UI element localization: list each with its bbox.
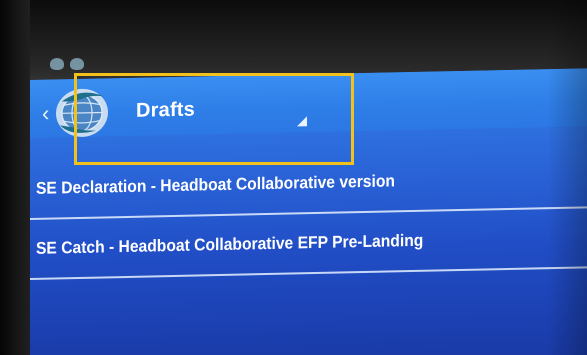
status-icon bbox=[50, 58, 64, 70]
list-item[interactable]: SE Declaration - Headboat Collaborative … bbox=[30, 148, 587, 218]
spinner-label: Drafts bbox=[136, 98, 195, 122]
list-item-label: SE Catch - Headboat Collaborative EFP Pr… bbox=[36, 230, 424, 258]
drafts-spinner[interactable]: Drafts bbox=[74, 73, 354, 139]
status-icon bbox=[70, 58, 84, 70]
dropdown-triangle-icon bbox=[297, 116, 307, 127]
device-photo: ‹ Drafts SE Declaration - Headboat Colla… bbox=[0, 0, 587, 355]
list-item-label: SE Declaration - Headboat Collaborative … bbox=[36, 171, 395, 198]
chevron-left-icon[interactable]: ‹ bbox=[42, 101, 49, 126]
status-bar-icons bbox=[50, 58, 84, 70]
action-bar: ‹ Drafts bbox=[30, 68, 587, 138]
drafts-list: SE Declaration - Headboat Collaborative … bbox=[30, 148, 587, 280]
list-item[interactable]: SE Catch - Headboat Collaborative EFP Pr… bbox=[30, 208, 587, 278]
app-screen: ‹ Drafts SE Declaration - Headboat Colla… bbox=[30, 68, 587, 355]
vignette-shadow bbox=[547, 0, 587, 355]
